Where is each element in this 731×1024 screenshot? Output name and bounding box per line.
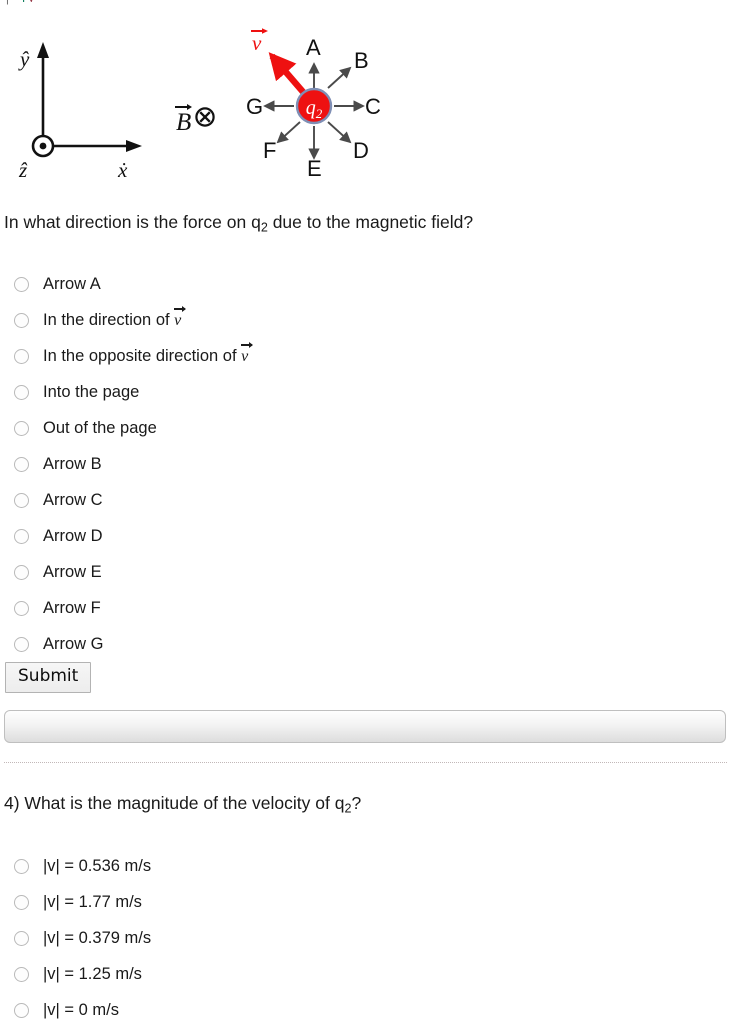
arrow-label-c: C [365, 94, 381, 119]
radio-button[interactable] [14, 276, 29, 292]
option-row[interactable]: Arrow A [14, 272, 101, 296]
radio-button[interactable] [14, 858, 29, 874]
option-label: Out of the page [43, 418, 157, 437]
charge-arrow-compass-diagram: q2 v A B C D E F G [246, 28, 381, 181]
option-label: Arrow A [43, 274, 101, 293]
option-label: Arrow G [43, 634, 104, 653]
question3-text-after: due to the magnetic field? [267, 212, 474, 232]
option-row[interactable]: Arrow C [14, 488, 103, 512]
option-row[interactable]: Into the page [14, 380, 139, 404]
radio-button[interactable] [14, 636, 29, 652]
coordinate-axes-diagram: ŷ ẑ ẋ [18, 42, 142, 181]
option-label: |v| = 0 m/s [43, 1000, 119, 1019]
option-label: In the opposite direction of v [43, 341, 254, 365]
radio-button[interactable] [14, 600, 29, 616]
arrow-label-d: D [353, 138, 369, 163]
option-row[interactable]: |v| = 1.77 m/s [14, 890, 142, 914]
clipped-text-artifact: | 4 v [6, 0, 46, 5]
option-label: Arrow D [43, 526, 103, 545]
option-row[interactable]: Arrow G [14, 632, 104, 656]
radio-button[interactable] [14, 492, 29, 508]
radio-button[interactable] [14, 1002, 29, 1018]
option-label: |v| = 1.25 m/s [43, 964, 142, 983]
v-vector-glyph: v [174, 305, 187, 329]
question3-subscript: 2 [260, 220, 268, 235]
axis-label-y: ŷ [18, 47, 30, 71]
arrow-label-e: E [307, 156, 322, 181]
option-row[interactable]: Arrow D [14, 524, 103, 548]
option-label: |v| = 0.536 m/s [43, 856, 152, 875]
option-row[interactable]: |v| = 1.25 m/s [14, 962, 142, 986]
velocity-label: v [252, 31, 262, 55]
arrow-f-line [276, 121, 301, 144]
option-row[interactable]: |v| = 0.379 m/s [14, 926, 151, 950]
question3-text-before: In what direction is the force on q [4, 212, 261, 232]
question4-number: 4) [4, 793, 20, 813]
artifact-glyph-3: v [28, 0, 35, 4]
option-label: Arrow C [43, 490, 103, 509]
option-row[interactable]: Arrow E [14, 560, 102, 584]
arrow-label-b: B [354, 48, 369, 73]
radio-button[interactable] [14, 564, 29, 580]
radio-button[interactable] [14, 384, 29, 400]
option-label: In the direction of v [43, 305, 187, 329]
arrow-b-line [327, 66, 352, 89]
physics-figure: ŷ ẑ ẋ B q2 v A B C D E F G [0, 18, 731, 193]
radio-button[interactable] [14, 894, 29, 910]
option-label: Arrow B [43, 454, 102, 473]
radio-button[interactable] [14, 930, 29, 946]
axis-label-x: ẋ [117, 158, 128, 181]
arrow-label-f: F [263, 138, 276, 163]
radio-button[interactable] [14, 420, 29, 436]
option-row[interactable]: |v| = 0 m/s [14, 998, 119, 1022]
option-row[interactable]: Out of the page [14, 416, 157, 440]
section-divider [4, 762, 727, 763]
feedback-panel [4, 710, 726, 743]
artifact-glyph-2: 4 [19, 0, 26, 4]
option-label: |v| = 0.379 m/s [43, 928, 152, 947]
option-row[interactable]: |v| = 0.536 m/s [14, 854, 151, 878]
option-label: Arrow E [43, 562, 102, 581]
option-text: In the direction of [43, 310, 175, 329]
option-label: |v| = 1.77 m/s [43, 892, 142, 911]
option-row[interactable]: In the opposite direction of v [14, 341, 254, 368]
option-label: Into the page [43, 382, 140, 401]
radio-button[interactable] [14, 966, 29, 982]
arrow-label-g: G [246, 94, 263, 119]
magnetic-field-label: B [174, 103, 216, 137]
question4-text-after: ? [351, 793, 362, 813]
arrow-d-line [327, 121, 352, 144]
option-label: Arrow F [43, 598, 101, 617]
option-row[interactable]: Arrow F [14, 596, 101, 620]
option-text: In the opposite direction of [43, 346, 242, 365]
b-vector-label: B [174, 103, 193, 136]
option-row[interactable]: In the direction of v [14, 305, 187, 332]
radio-button[interactable] [14, 456, 29, 472]
v-vector-glyph: v [241, 341, 254, 365]
into-page-icon [194, 106, 216, 135]
arrow-label-a: A [306, 35, 321, 60]
question3-prompt: In what direction is the force on q2 due… [4, 212, 473, 236]
question4-prompt: 4) What is the magnitude of the velocity… [4, 793, 361, 817]
artifact-glyph-1: | [6, 0, 9, 4]
option-row[interactable]: Arrow B [14, 452, 102, 476]
question4-text-before: What is the magnitude of the velocity of… [19, 793, 345, 813]
radio-button[interactable] [14, 348, 29, 364]
submit-button[interactable]: Submit [5, 662, 92, 693]
radio-button[interactable] [14, 312, 29, 328]
axis-label-z: ẑ [18, 158, 28, 181]
radio-button[interactable] [14, 528, 29, 544]
